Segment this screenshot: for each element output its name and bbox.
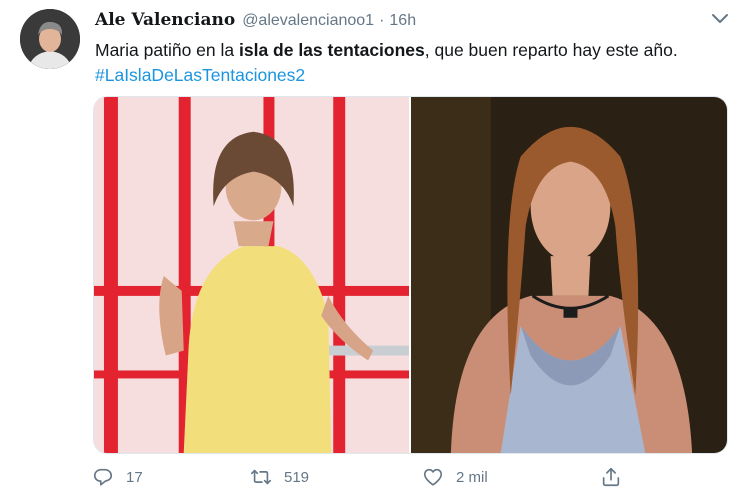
separator-dot: · <box>379 12 385 29</box>
chevron-down-icon[interactable] <box>710 12 730 26</box>
share-button[interactable] <box>600 466 622 488</box>
retweet-count: 519 <box>284 468 310 486</box>
reply-icon <box>93 468 113 486</box>
retweet-icon <box>251 469 271 485</box>
tweet-header: Ale Valenciano @alevalencianoo1 · 16h <box>95 10 416 32</box>
hashtag-link[interactable]: #LaIslaDeLasTentaciones2 <box>95 63 305 88</box>
retweet-button[interactable]: 519 <box>250 466 309 488</box>
like-button[interactable]: 2 mil <box>422 466 488 488</box>
photo-woman-yellow-dress[interactable] <box>94 97 409 453</box>
author-display-name[interactable]: Ale Valenciano <box>95 10 235 30</box>
tweet-card[interactable]: Ale Valenciano @alevalencianoo1 · 16h Ma… <box>0 0 750 500</box>
photo-woman-satin-top[interactable] <box>411 97 727 453</box>
like-count: 2 mil <box>456 468 488 486</box>
heart-icon <box>423 468 443 486</box>
avatar[interactable] <box>20 9 80 69</box>
tweet-text: Maria patiño en la isla de las tentacion… <box>95 38 735 63</box>
reply-button[interactable]: 17 <box>92 466 143 488</box>
tweet-text-after: , que buen reparto hay este año. <box>424 40 678 60</box>
tweet-actions: 17 519 2 mil <box>92 466 652 496</box>
share-icon <box>602 467 620 487</box>
tweet-text-before: Maria patiño en la <box>95 40 239 60</box>
tweet-text-bold: isla de las tentaciones <box>238 40 425 60</box>
avatar-image <box>20 9 80 69</box>
tweet-timestamp[interactable]: 16h <box>389 12 416 30</box>
author-handle[interactable]: @alevalencianoo1 <box>242 12 374 30</box>
reply-count: 17 <box>126 468 143 486</box>
tweet-media <box>93 96 728 454</box>
